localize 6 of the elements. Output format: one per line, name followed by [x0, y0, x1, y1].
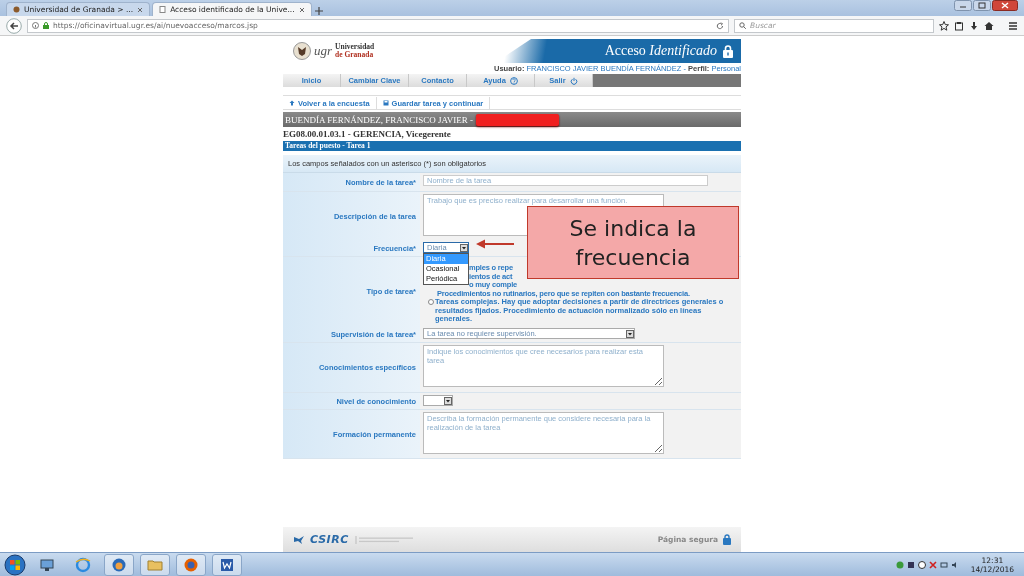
- footer-logo: CSIRC: [310, 533, 349, 546]
- callout-tooltip: Se indica la frecuencia: [527, 206, 739, 279]
- page-title: Acceso Identificado: [604, 43, 717, 59]
- logo-text: ugr: [314, 43, 333, 59]
- position-title: EG08.00.01.03.1 - GERENCIA, Vicegerente: [283, 129, 452, 140]
- person-name: BUENDÍA FERNÁNDEZ, FRANCISCO JAVIER -: [285, 114, 474, 125]
